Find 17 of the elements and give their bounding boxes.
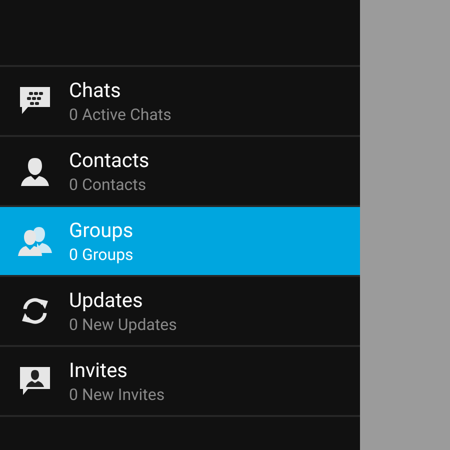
item-subtitle: 0 Groups (69, 244, 134, 264)
item-title: Contacts (69, 148, 150, 172)
item-subtitle: 0 New Invites (69, 384, 165, 404)
menu-item[interactable]: Updates 0 New Updates (0, 275, 360, 345)
item-title: Groups (69, 218, 134, 242)
item-title: Invites (69, 358, 129, 382)
item-subtitle: 0 Contacts (69, 174, 148, 194)
menu-item[interactable]: Chats 0 Active Chats (0, 65, 360, 135)
item-subtitle: 0 New Updates (69, 314, 177, 334)
item-title: Chats (69, 78, 122, 102)
item-subtitle: 0 Active Chats (69, 104, 172, 124)
contact-card-icon (18, 366, 50, 396)
menu-item[interactable]: Invites 0 New Invites (0, 345, 360, 417)
people-icon (16, 226, 52, 256)
item-title: Updates (69, 288, 144, 312)
person-icon (18, 156, 50, 186)
chat-bubble-icon (18, 86, 50, 116)
